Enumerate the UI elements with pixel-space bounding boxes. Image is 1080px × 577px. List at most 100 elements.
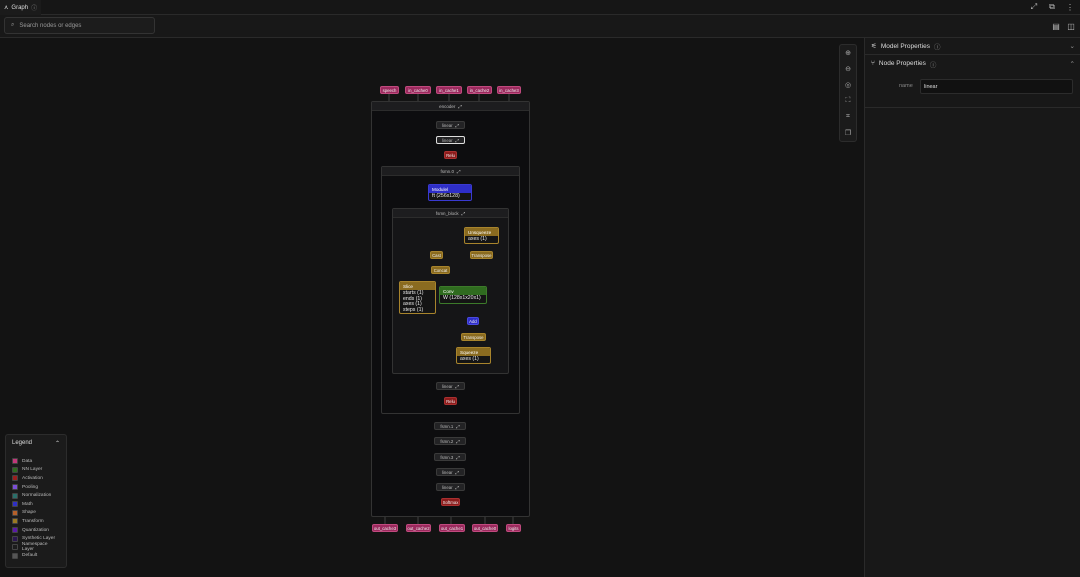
output-node[interactable]: logits bbox=[506, 524, 521, 532]
expand-icon[interactable]: ⤢ bbox=[1029, 2, 1039, 12]
linear-node-selected[interactable]: linear ⤢ bbox=[436, 136, 465, 144]
legend-label: Normalization bbox=[22, 493, 52, 499]
expand-icon[interactable]: ⤢ bbox=[456, 470, 459, 475]
output-node[interactable]: out_cache3 bbox=[372, 524, 398, 532]
fsmn3-node[interactable]: fsmn.3 ⤢ bbox=[434, 453, 466, 461]
legend-label: Namespace Layer bbox=[21, 542, 48, 553]
info-icon[interactable]: ⓘ bbox=[930, 59, 937, 69]
legend-label: Default bbox=[22, 553, 38, 559]
legend-label: Transform bbox=[22, 518, 44, 524]
legend-label: Activation bbox=[22, 475, 43, 481]
fsmn1-node[interactable]: fsmn.1 ⤢ bbox=[434, 422, 466, 430]
legend-swatch bbox=[12, 535, 18, 542]
unsqueeze-node[interactable]: Unsqueeze axes (1) bbox=[464, 227, 499, 244]
legend-item: Namespace Layer bbox=[12, 542, 60, 553]
info-icon[interactable]: ⓘ bbox=[934, 41, 941, 51]
concat-node[interactable]: Concat bbox=[431, 266, 450, 274]
split-view-icon[interactable]: ◫ bbox=[1066, 21, 1076, 31]
legend-item: Transform bbox=[12, 517, 60, 526]
fit-view-icon[interactable]: ⛶ bbox=[840, 93, 856, 109]
legend-label: Quantization bbox=[22, 527, 49, 533]
name-label: name bbox=[899, 83, 913, 89]
modulel-node[interactable]: Modulel ft (256x128) bbox=[428, 184, 472, 201]
legend-label: Math bbox=[22, 501, 33, 507]
input-node[interactable]: in_cache1 bbox=[436, 86, 462, 94]
expand-icon[interactable]: ⤢ bbox=[456, 439, 459, 444]
legend-item: Shape bbox=[12, 509, 60, 518]
legend-swatch bbox=[12, 509, 18, 516]
legend-item: Pooling bbox=[12, 483, 60, 492]
transpose-node[interactable]: Transpose bbox=[470, 251, 493, 259]
fsmn2-node[interactable]: fsmn.2 ⤢ bbox=[434, 437, 466, 445]
legend-item: Math bbox=[12, 500, 60, 509]
expand-icon[interactable]: ⤢ bbox=[462, 211, 466, 216]
cast-node[interactable]: Cast bbox=[430, 251, 443, 259]
output-node[interactable]: out_cache0 bbox=[472, 524, 498, 532]
zoom-in-icon[interactable]: ⊕ bbox=[840, 45, 856, 61]
modulel-attr: ft (256x128) bbox=[432, 193, 460, 199]
linear-node[interactable]: linear ⤢ bbox=[436, 468, 465, 476]
sliders-icon: ⚟ bbox=[871, 43, 877, 50]
divider bbox=[865, 107, 1080, 108]
expand-icon[interactable]: ⤢ bbox=[458, 104, 462, 109]
slice-node[interactable]: Slice starts (1) ends (1) axes (1) steps (1… bbox=[399, 281, 436, 314]
node-properties-section[interactable]: ⑂ Node Properties ⓘ ⌃ bbox=[865, 55, 1080, 72]
input-node[interactable]: in_cache2 bbox=[467, 86, 492, 94]
legend-swatch bbox=[12, 492, 18, 499]
locate-icon[interactable]: ◎ bbox=[840, 77, 856, 93]
legend-swatch bbox=[12, 544, 18, 551]
squeeze-node[interactable]: Squeeze axes (1) bbox=[456, 347, 491, 364]
legend-item: NN Layer bbox=[12, 466, 60, 475]
legend-swatch bbox=[12, 484, 18, 491]
relu-node[interactable]: Relu bbox=[444, 151, 457, 159]
legend-swatch bbox=[12, 518, 18, 525]
output-node[interactable]: out_cache1 bbox=[439, 524, 465, 532]
chevron-down-icon[interactable]: ⌄ bbox=[1070, 42, 1075, 50]
expand-icon[interactable]: ⤢ bbox=[456, 424, 459, 429]
legend-label: Shape bbox=[22, 510, 36, 516]
expand-icon[interactable]: ⤢ bbox=[457, 169, 461, 174]
zoom-toolbar: ⊕ ⊖ ◎ ⛶ ⌗ ❐ bbox=[839, 44, 857, 142]
node-icon: ⑂ bbox=[871, 60, 875, 67]
legend-item: Normalization bbox=[12, 491, 60, 500]
chevron-up-icon[interactable]: ⌃ bbox=[1070, 60, 1075, 68]
legend-item: Activation bbox=[12, 474, 60, 483]
relu-node[interactable]: Relu bbox=[444, 397, 457, 405]
expand-icon[interactable]: ⤢ bbox=[456, 138, 459, 143]
legend-item: Quantization bbox=[12, 526, 60, 535]
chevron-up-icon[interactable]: ⌃ bbox=[55, 440, 60, 447]
more-menu-icon[interactable]: ⋮ bbox=[1065, 2, 1075, 12]
legend-swatch bbox=[12, 458, 18, 465]
model-properties-section[interactable]: ⚟ Model Properties ⓘ ⌄ bbox=[865, 38, 1080, 55]
legend-label: Data bbox=[22, 458, 33, 464]
open-window-icon[interactable]: ⧉ bbox=[1047, 2, 1057, 12]
input-node[interactable]: in_cache3 bbox=[497, 86, 521, 94]
conv-attr: W (128x1x20x1) bbox=[443, 295, 481, 301]
linear-node[interactable]: linear ⤢ bbox=[436, 382, 465, 390]
legend-swatch bbox=[12, 475, 18, 482]
input-node[interactable]: speech bbox=[380, 86, 399, 94]
input-node[interactable]: in_cache0 bbox=[405, 86, 431, 94]
legend-item: Data bbox=[12, 457, 60, 466]
softmax-node[interactable]: Softmax bbox=[441, 498, 460, 506]
conv-node[interactable]: Conv W (128x1x20x1) bbox=[439, 286, 487, 304]
expand-icon[interactable]: ⤢ bbox=[456, 485, 459, 490]
zoom-out-icon[interactable]: ⊖ bbox=[840, 61, 856, 77]
collapse-icon[interactable]: ⌗ bbox=[840, 109, 856, 125]
legend-label: Synthetic Layer bbox=[22, 536, 56, 542]
linear-node[interactable]: linear ⤢ bbox=[436, 121, 465, 129]
transpose-node[interactable]: Transpose bbox=[461, 333, 486, 341]
properties-panel: ⚟ Model Properties ⓘ ⌄ ⑂ Node Properties ⓘ ⌃ n… bbox=[864, 38, 1080, 577]
name-field[interactable]: linear bbox=[920, 79, 1073, 94]
expand-icon[interactable]: ⤢ bbox=[456, 384, 459, 389]
linear-node[interactable]: linear ⤢ bbox=[436, 483, 465, 491]
output-node[interactable]: out_cache2 bbox=[406, 524, 431, 532]
expand-icon[interactable]: ⤢ bbox=[456, 455, 459, 460]
document-icon[interactable]: ▤ bbox=[1051, 21, 1061, 31]
layers-icon[interactable]: ❐ bbox=[840, 125, 856, 141]
legend-swatch bbox=[12, 501, 18, 508]
add-node[interactable]: Add bbox=[467, 317, 479, 325]
legend-swatch bbox=[12, 552, 18, 559]
expand-icon[interactable]: ⤢ bbox=[456, 123, 459, 128]
legend-label: Pooling bbox=[22, 484, 39, 490]
